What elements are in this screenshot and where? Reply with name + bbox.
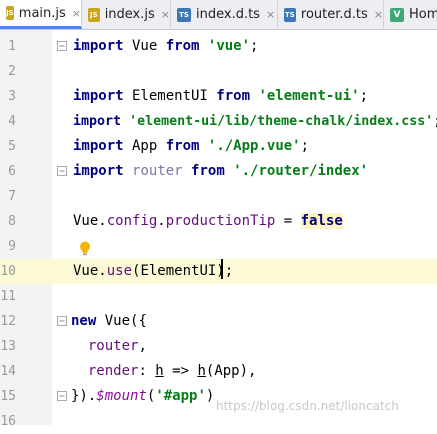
code-line: 2 bbox=[0, 59, 437, 84]
code-line: 7 bbox=[0, 184, 437, 209]
code-line-current: 10 Vue.use(ElementUI); bbox=[0, 259, 437, 284]
tab-label: router.d.ts bbox=[300, 7, 368, 22]
code-line: 3 import ElementUI from 'element-ui'; bbox=[0, 84, 437, 109]
close-icon[interactable]: × bbox=[266, 8, 275, 21]
fold-icon[interactable] bbox=[57, 391, 67, 401]
tab-index-js[interactable]: JS index.js × bbox=[82, 0, 171, 29]
line-number: 8 bbox=[8, 214, 16, 229]
tab-index-d-ts[interactable]: TS index.d.ts × bbox=[171, 0, 278, 29]
code-line: 9 bbox=[0, 234, 437, 259]
line-number: 2 bbox=[8, 64, 16, 79]
ts-file-icon: TS bbox=[284, 7, 296, 22]
code-line: 8 Vue.config.productionTip = false bbox=[0, 209, 437, 234]
text-caret bbox=[221, 259, 223, 279]
fold-icon[interactable] bbox=[57, 316, 67, 326]
line-number: 13 bbox=[0, 339, 16, 354]
tab-main-js[interactable]: JS main.js × bbox=[0, 0, 82, 29]
watermark: https://blog.csdn.net/lioncatch bbox=[216, 399, 399, 413]
ts-file-icon: TS bbox=[177, 7, 191, 22]
line-number: 16 bbox=[0, 414, 16, 429]
code-text: import App from './App.vue'; bbox=[73, 138, 310, 154]
tab-label: Hom bbox=[409, 7, 437, 22]
line-number: 6 bbox=[8, 164, 16, 179]
code-text: import Vue from 'vue'; bbox=[73, 38, 259, 54]
code-text: import router from './router/index' bbox=[73, 163, 369, 179]
close-icon[interactable]: × bbox=[161, 8, 170, 21]
line-number: 14 bbox=[0, 364, 16, 379]
fold-icon[interactable] bbox=[57, 166, 67, 176]
tab-label: index.d.ts bbox=[196, 7, 260, 22]
tab-label: main.js bbox=[18, 5, 66, 21]
js-file-icon: JS bbox=[88, 7, 100, 22]
js-file-icon: JS bbox=[6, 6, 14, 20]
code-text: Vue.use(ElementUI); bbox=[73, 263, 234, 279]
code-line: 14 render: h => h(App), bbox=[0, 359, 437, 384]
lightbulb-icon[interactable] bbox=[78, 240, 92, 257]
code-text: new Vue({ bbox=[71, 313, 147, 329]
line-number: 11 bbox=[0, 289, 16, 304]
line-number: 7 bbox=[8, 189, 16, 204]
editor-tab-bar: JS main.js × JS index.js × TS index.d.ts… bbox=[0, 0, 437, 30]
line-number: 1 bbox=[8, 39, 16, 54]
code-text: import ElementUI from 'element-ui'; bbox=[73, 88, 369, 104]
code-text: router, bbox=[87, 338, 147, 354]
tab-home-vue[interactable]: V Hom bbox=[384, 0, 437, 29]
line-number: 12 bbox=[0, 314, 16, 329]
code-text: }).$mount('#app') bbox=[71, 388, 215, 404]
code-line: 4 import 'element-ui/lib/theme-chalk/ind… bbox=[0, 109, 437, 134]
code-line: 5 import App from './App.vue'; bbox=[0, 134, 437, 159]
line-number: 10 bbox=[0, 264, 16, 279]
code-text: Vue.config.productionTip = false bbox=[73, 213, 343, 229]
line-number: 4 bbox=[8, 114, 16, 129]
code-text: import 'element-ui/lib/theme-chalk/index… bbox=[73, 114, 437, 129]
code-text: render: h => h(App), bbox=[87, 363, 257, 379]
line-number: 15 bbox=[0, 389, 16, 404]
fold-icon[interactable] bbox=[57, 41, 67, 51]
code-line: 13 router, bbox=[0, 334, 437, 359]
close-icon[interactable]: × bbox=[72, 7, 81, 20]
tab-label: index.js bbox=[104, 7, 155, 22]
code-line: 11 bbox=[0, 284, 437, 309]
vue-file-icon: V bbox=[390, 7, 404, 22]
close-icon[interactable]: × bbox=[374, 8, 383, 21]
line-number: 3 bbox=[8, 89, 16, 104]
line-number: 5 bbox=[8, 139, 16, 154]
tab-router-d-ts[interactable]: TS router.d.ts × bbox=[278, 0, 384, 29]
line-number: 9 bbox=[8, 239, 16, 254]
